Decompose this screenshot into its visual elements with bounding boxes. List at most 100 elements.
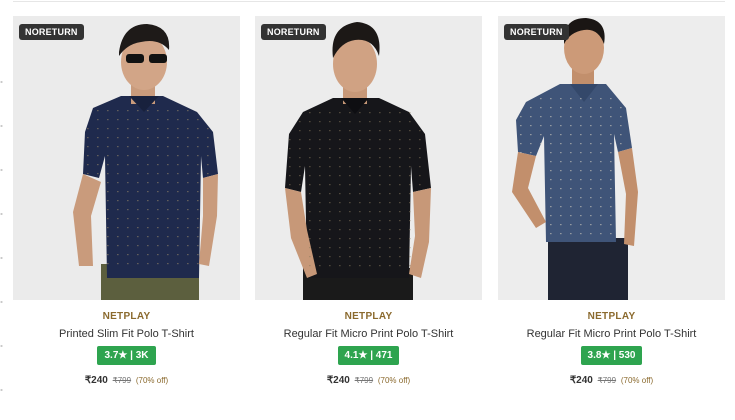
print-dot xyxy=(167,182,169,184)
print-dot xyxy=(570,116,572,118)
print-dot xyxy=(157,137,159,139)
print-dot xyxy=(359,220,361,222)
product-card[interactable]: NORETURN NETPLAY Regular Fit Micro Print… xyxy=(498,16,725,386)
print-dot xyxy=(409,112,411,114)
product-card[interactable]: NORETURN NETPLAY Printed Slim Fit Polo T… xyxy=(13,16,240,386)
product-title[interactable]: Regular Fit Micro Print Polo T-Shirt xyxy=(255,327,482,341)
product-card[interactable]: NORETURN NETPLAY Regular Fit Micro Print… xyxy=(255,16,482,386)
print-dot xyxy=(359,130,361,132)
print-dot xyxy=(187,173,189,175)
print-dot xyxy=(147,110,149,112)
print-dot xyxy=(97,119,99,121)
print-dot xyxy=(550,197,552,199)
sale-price: ₹240 xyxy=(569,375,593,386)
print-dot xyxy=(187,236,189,238)
print-dot xyxy=(590,152,592,154)
print-dot xyxy=(530,116,532,118)
print-dot xyxy=(97,128,99,130)
print-dot xyxy=(349,184,351,186)
print-dot xyxy=(299,121,301,123)
print-dot xyxy=(197,236,199,238)
print-dot xyxy=(177,236,179,238)
print-dot xyxy=(187,254,189,256)
print-dot xyxy=(137,110,139,112)
print-dot xyxy=(389,121,391,123)
print-dot xyxy=(600,107,602,109)
print-dot xyxy=(359,184,361,186)
print-dot xyxy=(570,170,572,172)
rating-badge: 4.1★ | 471 xyxy=(337,346,400,365)
print-dot xyxy=(177,254,179,256)
print-dot xyxy=(187,155,189,157)
print-dot xyxy=(117,173,119,175)
print-dot xyxy=(157,245,159,247)
print-dot xyxy=(107,137,109,139)
product-image[interactable]: NORETURN xyxy=(13,16,240,300)
print-dot xyxy=(187,110,189,112)
print-dot xyxy=(97,137,99,139)
print-dot xyxy=(127,155,129,157)
print-dot xyxy=(590,197,592,199)
print-dot xyxy=(329,121,331,123)
print-dot xyxy=(550,152,552,154)
print-dot xyxy=(299,184,301,186)
print-dot xyxy=(409,121,411,123)
product-title[interactable]: Regular Fit Micro Print Polo T-Shirt xyxy=(498,327,725,341)
original-price: ₹799 xyxy=(112,376,132,385)
print-dot xyxy=(107,182,109,184)
print-dot xyxy=(610,152,612,154)
print-dot xyxy=(147,128,149,130)
original-price: ₹799 xyxy=(354,376,374,385)
print-dot xyxy=(207,128,209,130)
print-dot xyxy=(580,179,582,181)
print-dot xyxy=(560,161,562,163)
print-dot xyxy=(147,182,149,184)
print-dot xyxy=(187,164,189,166)
print-dot xyxy=(409,211,411,213)
print-dot xyxy=(359,121,361,123)
print-dot xyxy=(610,233,612,235)
print-dot xyxy=(369,130,371,132)
print-dot xyxy=(157,263,159,265)
print-dot xyxy=(107,245,109,247)
print-dot xyxy=(349,148,351,150)
print-dot xyxy=(399,130,401,132)
print-dot xyxy=(399,265,401,267)
print-dot xyxy=(329,247,331,249)
print-dot xyxy=(409,166,411,168)
print-dot xyxy=(369,229,371,231)
print-dot xyxy=(419,166,421,168)
print-dot xyxy=(600,197,602,199)
print-dot xyxy=(309,229,311,231)
print-dot xyxy=(600,206,602,208)
print-dot xyxy=(207,137,209,139)
print-dot xyxy=(319,247,321,249)
print-dot xyxy=(349,157,351,159)
print-dot xyxy=(339,202,341,204)
print-dot xyxy=(620,125,622,127)
print-dot xyxy=(187,119,189,121)
print-dot xyxy=(177,119,179,121)
print-dot xyxy=(137,236,139,238)
print-dot xyxy=(97,164,99,166)
print-dot xyxy=(197,155,199,157)
print-dot xyxy=(409,256,411,258)
print-dot xyxy=(319,211,321,213)
print-dot xyxy=(127,164,129,166)
print-dot xyxy=(309,112,311,114)
print-dot xyxy=(309,256,311,258)
product-image[interactable]: NORETURN xyxy=(255,16,482,300)
print-dot xyxy=(137,128,139,130)
print-dot xyxy=(530,143,532,145)
print-dot xyxy=(570,152,572,154)
rating-badge: 3.8★ | 530 xyxy=(580,346,643,365)
print-dot xyxy=(107,254,109,256)
print-dot xyxy=(197,146,199,148)
product-title[interactable]: Printed Slim Fit Polo T-Shirt xyxy=(13,327,240,341)
print-dot xyxy=(187,128,189,130)
print-dot xyxy=(550,98,552,100)
print-dot xyxy=(359,175,361,177)
print-dot xyxy=(87,164,89,166)
product-image[interactable]: NORETURN xyxy=(498,16,725,300)
print-dot xyxy=(309,175,311,177)
